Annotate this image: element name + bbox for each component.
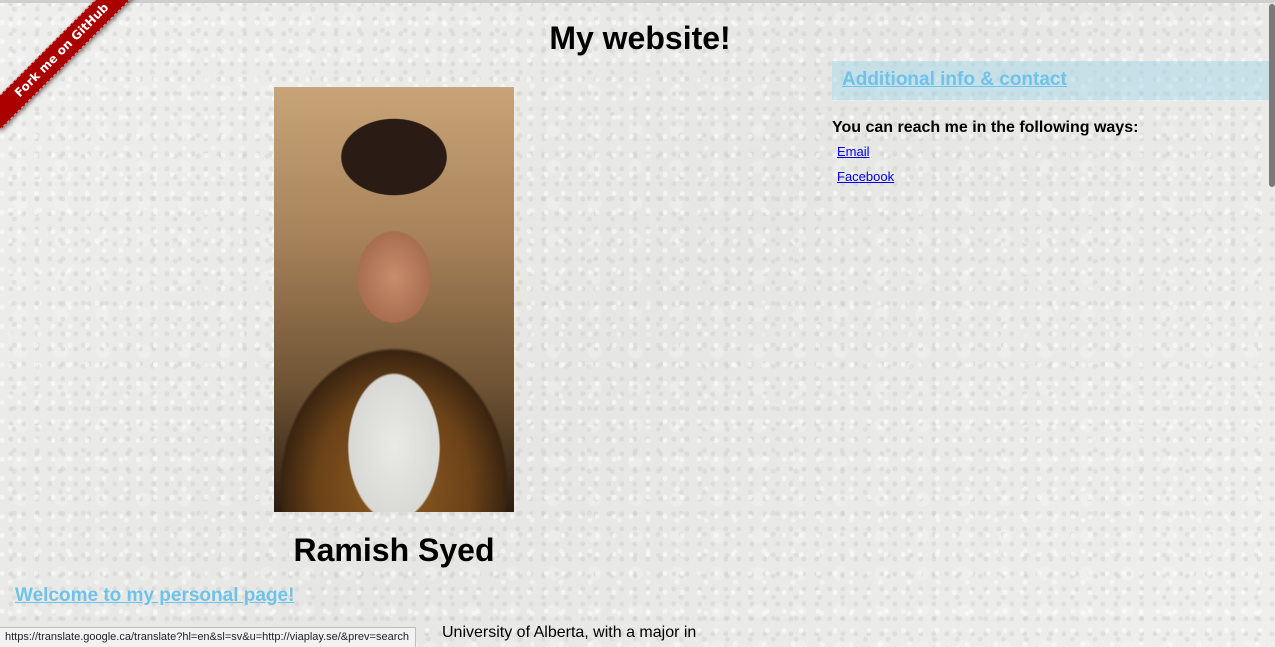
status-bar-url: https://translate.google.ca/translate?hl… bbox=[0, 627, 416, 647]
list-item: Facebook bbox=[837, 164, 1275, 189]
contact-heading: Additional info & contact bbox=[832, 61, 1275, 100]
welcome-heading-link[interactable]: Welcome to my personal page! bbox=[15, 585, 294, 606]
email-link[interactable]: Email bbox=[837, 144, 870, 159]
about-text-visible: University of Alberta, with a major in bbox=[442, 624, 697, 641]
list-item: Email bbox=[837, 139, 1275, 164]
welcome-heading: Welcome to my personal page! bbox=[15, 585, 294, 607]
vertical-scrollbar[interactable] bbox=[1269, 4, 1275, 187]
contact-intro: You can reach me in the following ways: bbox=[832, 119, 1139, 136]
profile-section: Ramish Syed bbox=[0, 87, 788, 569]
contact-links: Email Facebook bbox=[837, 139, 1275, 189]
browser-top-edge bbox=[0, 0, 1275, 3]
contact-section: Additional info & contact You can reach … bbox=[832, 61, 1275, 189]
profile-name: Ramish Syed bbox=[293, 532, 495, 568]
contact-heading-link[interactable]: Additional info & contact bbox=[842, 69, 1067, 90]
page-title: My website! bbox=[549, 20, 731, 56]
profile-photo bbox=[274, 87, 514, 512]
facebook-link[interactable]: Facebook bbox=[837, 169, 894, 184]
